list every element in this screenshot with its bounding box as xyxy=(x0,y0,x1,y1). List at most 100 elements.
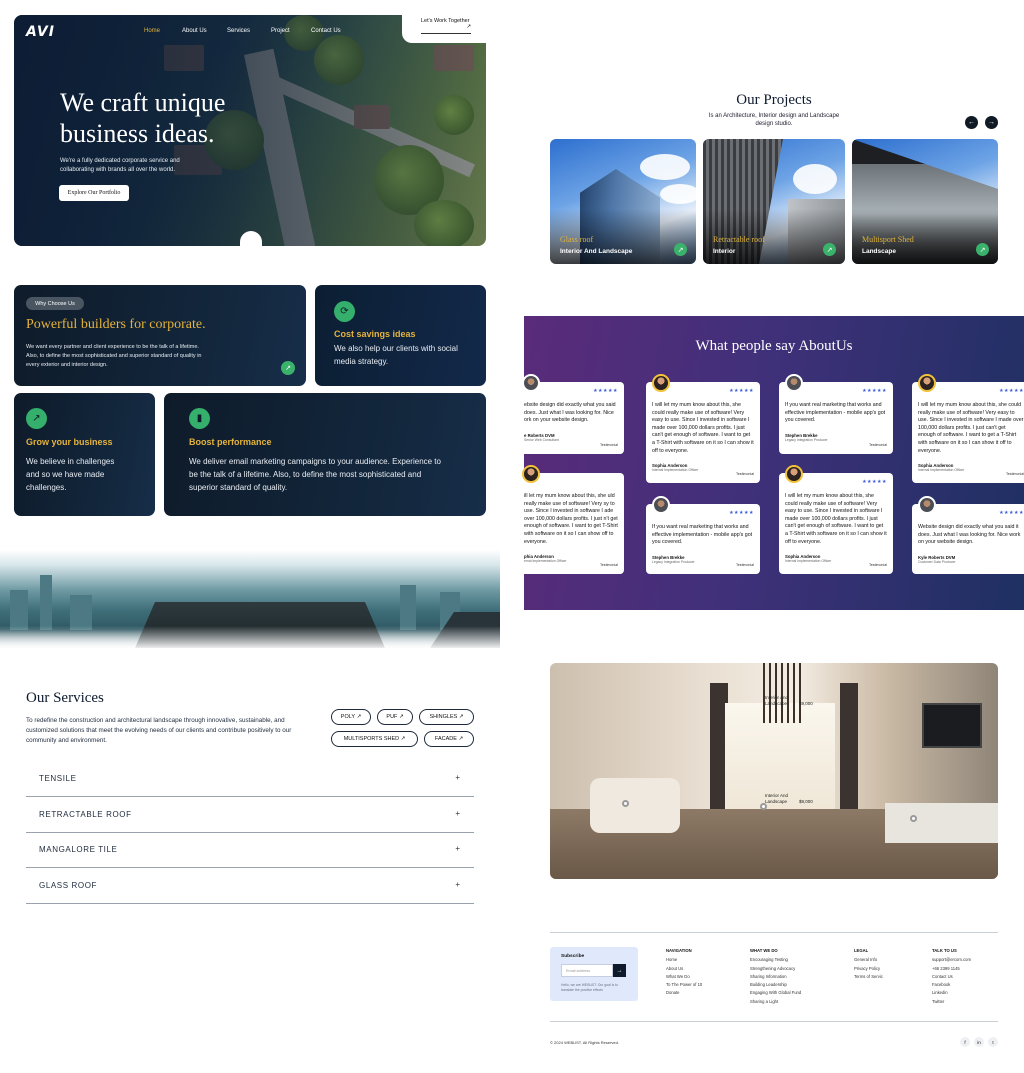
linkedin-icon[interactable]: in xyxy=(974,1037,984,1047)
service-chip[interactable]: PUF ↗ xyxy=(377,709,413,725)
footer-link[interactable]: Twitter xyxy=(932,998,971,1006)
testimonial-badge: Testimonial xyxy=(869,563,887,567)
arrow-up-right-icon[interactable]: ↗ xyxy=(976,243,989,256)
footer-link[interactable]: Contact Us xyxy=(932,973,971,981)
avatar xyxy=(918,374,936,392)
plus-icon: + xyxy=(455,880,460,889)
footer-link[interactable]: About Us xyxy=(666,965,702,973)
testimonial-card: ★★★★★ I will let my mum know about this,… xyxy=(646,374,760,483)
arrow-up-right-icon[interactable]: ↗ xyxy=(674,243,687,256)
footer-link[interactable]: Donate xyxy=(666,989,702,997)
testimonial-card: ill let my mum know about this, she uld … xyxy=(510,465,624,574)
email-input[interactable]: Email address xyxy=(561,964,613,977)
footer-link[interactable]: Encouraging Testing xyxy=(750,956,801,964)
accordion-item[interactable]: TENSILE + xyxy=(26,761,474,797)
accordion-item[interactable]: MANGALORE TILE + xyxy=(26,832,474,868)
hotspot-dot[interactable] xyxy=(622,800,629,807)
hero-bump xyxy=(240,231,262,247)
footer-link[interactable]: Linkedin xyxy=(932,989,971,997)
testimonials-title: What people say AboutUs xyxy=(695,338,853,354)
arrow-up-right-icon[interactable]: ↗ xyxy=(823,243,836,256)
footer-link[interactable]: Home xyxy=(666,956,702,964)
facebook-icon[interactable]: f xyxy=(960,1037,970,1047)
subscribe-submit-button[interactable]: → xyxy=(613,964,626,977)
avatar xyxy=(918,496,936,514)
city-roof-image xyxy=(0,550,500,650)
trending-up-icon: ↗ xyxy=(26,408,47,429)
feature-text: We deliver email marketing campaigns to … xyxy=(189,457,441,492)
nav-about[interactable]: About Us xyxy=(182,28,207,34)
rating-stars: ★★★★★ xyxy=(862,388,887,394)
nav-project[interactable]: Project xyxy=(271,28,290,34)
piggy-bank-icon: ⟳ xyxy=(334,301,355,322)
avatar xyxy=(522,374,540,392)
footer-link[interactable]: Facebook xyxy=(932,981,971,989)
explore-portfolio-button[interactable]: Explore Our Portfolio xyxy=(59,185,129,201)
footer-link[interactable]: Terms of Servic xyxy=(854,973,883,981)
footer-link[interactable]: Building Leadership xyxy=(750,981,801,989)
projects-prev-button[interactable]: ← xyxy=(965,116,978,129)
interior-image: Interior And Landscape $9,000 Interior An… xyxy=(550,663,998,879)
nav-contact[interactable]: Contact Us xyxy=(311,28,341,34)
plus-icon: + xyxy=(455,844,460,853)
testimonial-card: ★★★★★ Website design did exactly what yo… xyxy=(912,496,1024,574)
services-title: Our Services xyxy=(26,690,104,706)
testimonial-card: ★★★★★ I will let my mum know about this,… xyxy=(779,465,893,574)
testimonial-badge: Testimonial xyxy=(600,443,618,447)
projects-title: Our Projects xyxy=(736,92,812,108)
service-chip[interactable]: SHINGLES ↗ xyxy=(419,709,474,725)
nav-home[interactable]: Home xyxy=(144,28,160,34)
footer-link[interactable]: Sharing a Light xyxy=(750,998,801,1006)
feature-title: Cost savings ideas xyxy=(334,329,416,339)
bar-chart-icon: ▮ xyxy=(189,408,210,429)
service-chip[interactable]: MULTISPORTS SHED ↗ xyxy=(331,731,418,747)
feature-card: ▮ Boost performance We deliver email mar… xyxy=(164,393,486,516)
testimonial-badge: Testimonial xyxy=(600,563,618,567)
testimonial-badge: Testimonial xyxy=(1006,472,1024,476)
nav-services[interactable]: Services xyxy=(227,28,250,34)
project-card[interactable]: Multisport Shed Landscape ↗ xyxy=(852,139,998,264)
arrow-up-right-icon[interactable]: ↗ xyxy=(281,361,295,375)
footer-link[interactable]: Privacy Policy xyxy=(854,965,883,973)
footer-link[interactable]: +66 2399 1145 xyxy=(932,965,971,973)
plus-icon: + xyxy=(455,809,460,818)
site-logo[interactable]: AVI xyxy=(26,24,55,40)
testimonial-badge: Testimonial xyxy=(736,472,754,476)
projects-next-button[interactable]: → xyxy=(985,116,998,129)
feature-card: ⟳ Cost savings ideas We also help our cl… xyxy=(315,285,486,386)
footer-link[interactable]: To The Power of 10 xyxy=(666,981,702,989)
project-card[interactable]: Retractable roof Interior ↗ xyxy=(703,139,845,264)
feature-title: Grow your business xyxy=(26,437,113,447)
project-category: Interior And Landscape xyxy=(560,248,633,255)
service-chip[interactable]: FACADE ↗ xyxy=(424,731,474,747)
plus-icon: + xyxy=(455,773,460,782)
project-card[interactable]: Glass roof Interior And Landscape ↗ xyxy=(550,139,696,264)
footer-link[interactable]: What We Do xyxy=(666,973,702,981)
testimonial-card: ★★★★★ If you want real marketing that wo… xyxy=(779,374,893,454)
arrow-left-icon: ← xyxy=(968,119,975,126)
service-chip[interactable]: POLY ↗ xyxy=(331,709,371,725)
accordion-item[interactable]: GLASS ROOF + xyxy=(26,868,474,904)
rating-stars: ★★★★★ xyxy=(729,510,754,516)
footer-link[interactable]: support@ercom.com xyxy=(932,956,971,964)
footer-link[interactable]: Sharing Information xyxy=(750,973,801,981)
project-title: Multisport Shed xyxy=(862,235,914,244)
hotspot-dot[interactable] xyxy=(910,815,917,822)
arrow-up-right-icon: ↗ xyxy=(400,736,406,742)
lets-work-together-link[interactable]: Let's Work Together ↗ xyxy=(421,18,471,34)
why-text: We want every partner and client experie… xyxy=(26,344,202,368)
footer-link[interactable]: Strengthening Advocacy xyxy=(750,965,801,973)
arrow-up-right-icon: ↗ xyxy=(458,736,464,742)
footer-link[interactable]: Engaging With Global Fund xyxy=(750,989,801,997)
subscribe-title: Subscribe xyxy=(561,954,585,959)
arrow-right-icon: → xyxy=(616,967,623,974)
services-text: To redefine the construction and archite… xyxy=(26,717,292,744)
twitter-icon[interactable]: t xyxy=(988,1037,998,1047)
accordion-item[interactable]: RETRACTABLE ROOF + xyxy=(26,797,474,833)
testimonial-card: ★★★★★ ebsite design did exactly what you… xyxy=(510,374,624,454)
projects-subtitle: Is an Architecture, Interior design and … xyxy=(708,113,840,127)
testimonial-card: ★★★★★ If you want real marketing that wo… xyxy=(646,496,760,574)
footer-link[interactable]: General Info xyxy=(854,956,883,964)
testimonial-badge: Testimonial xyxy=(736,563,754,567)
rating-stars: ★★★★★ xyxy=(999,510,1024,516)
